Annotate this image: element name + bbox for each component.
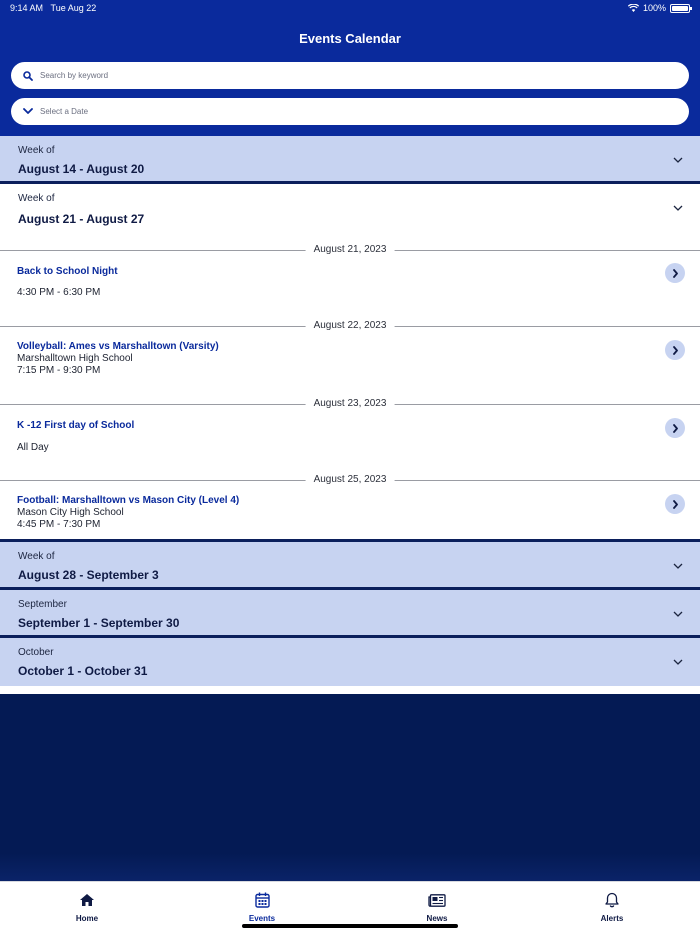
event-item[interactable]: K -12 First day of School All Day (0, 416, 700, 468)
date-separator: August 23, 2023 (0, 392, 700, 416)
search-icon (22, 70, 34, 82)
chevron-down-icon (673, 659, 683, 665)
battery-percent: 100% (642, 3, 666, 13)
tab-label: News (426, 914, 448, 923)
week-section-header[interactable]: Week of August 21 - August 27 (0, 184, 700, 238)
events-list: Week of August 14 - August 20 Week of Au… (0, 136, 700, 686)
tab-alerts[interactable]: Alerts (562, 890, 662, 923)
week-label: Week of (18, 193, 55, 204)
event-item[interactable]: Football: Marshalltown vs Mason City (Le… (0, 492, 700, 539)
date-label: August 21, 2023 (305, 244, 395, 255)
month-section-header[interactable]: September September 1 - September 30 (0, 590, 700, 638)
week-section-header[interactable]: Week of August 28 - September 3 (0, 542, 700, 590)
week-section-header[interactable]: Week of August 14 - August 20 (0, 136, 700, 184)
calendar-icon (212, 890, 312, 910)
chevron-right-icon[interactable] (665, 494, 685, 514)
tab-events[interactable]: Events (212, 890, 312, 923)
tab-label: Home (75, 914, 99, 923)
date-select[interactable]: Select a Date (11, 98, 689, 125)
week-range: August 28 - September 3 (18, 568, 159, 582)
week-label: Week of (18, 145, 55, 156)
date-label: August 25, 2023 (305, 474, 395, 485)
search-input[interactable]: Search by keyword (11, 62, 689, 89)
chevron-right-icon[interactable] (665, 418, 685, 438)
month-label: October (18, 647, 54, 658)
chevron-right-icon[interactable] (665, 340, 685, 360)
bell-icon (562, 890, 662, 910)
home-indicator (242, 924, 458, 928)
event-location: Mason City High School (17, 507, 124, 518)
date-label: August 22, 2023 (305, 320, 395, 331)
event-location: Marshalltown High School (17, 353, 133, 364)
tab-news[interactable]: News (387, 890, 487, 923)
month-section-header[interactable]: October October 1 - October 31 (0, 638, 700, 686)
status-time: 9:14 AM (10, 3, 44, 13)
header: 9:14 AM Tue Aug 22 100% Events Calendar … (0, 0, 700, 136)
date-separator: August 25, 2023 (0, 468, 700, 492)
status-date: Tue Aug 22 (50, 3, 97, 13)
home-icon (37, 890, 137, 910)
tab-label: Alerts (600, 914, 624, 923)
newspaper-icon (387, 890, 487, 910)
chevron-down-icon (673, 205, 683, 211)
empty-background (0, 694, 700, 881)
week-label: Week of (18, 551, 55, 562)
event-time: 4:30 PM - 6:30 PM (17, 287, 101, 298)
status-bar: 9:14 AM Tue Aug 22 100% (0, 0, 700, 18)
chevron-right-icon[interactable] (665, 263, 685, 283)
chevron-down-icon (673, 563, 683, 569)
event-item[interactable]: Volleyball: Ames vs Marshalltown (Varsit… (0, 338, 700, 392)
event-title: Back to School Night (17, 266, 118, 277)
date-separator: August 22, 2023 (0, 314, 700, 338)
event-time: 7:15 PM - 9:30 PM (17, 365, 101, 376)
month-range: October 1 - October 31 (18, 664, 148, 678)
week-range: August 14 - August 20 (18, 162, 145, 176)
chevron-down-icon (22, 106, 34, 118)
event-title: K -12 First day of School (17, 420, 135, 431)
event-item[interactable]: Back to School Night 4:30 PM - 6:30 PM (0, 262, 700, 314)
event-title: Football: Marshalltown vs Mason City (Le… (17, 495, 240, 506)
event-time: All Day (17, 442, 49, 453)
chevron-down-icon (673, 611, 683, 617)
search-placeholder: Search by keyword (40, 71, 109, 80)
page-title: Events Calendar (299, 31, 401, 46)
tab-label: Events (248, 914, 276, 923)
battery-icon (670, 3, 692, 13)
date-separator: August 21, 2023 (0, 238, 700, 262)
month-label: September (18, 599, 67, 610)
tab-home[interactable]: Home (37, 890, 137, 923)
week-range: August 21 - August 27 (18, 212, 145, 226)
event-time: 4:45 PM - 7:30 PM (17, 519, 101, 530)
month-range: September 1 - September 30 (18, 616, 180, 630)
date-select-placeholder: Select a Date (40, 107, 89, 116)
chevron-down-icon (673, 157, 683, 163)
wifi-icon (627, 4, 639, 12)
date-label: August 23, 2023 (305, 398, 395, 409)
event-title: Volleyball: Ames vs Marshalltown (Varsit… (17, 341, 219, 352)
